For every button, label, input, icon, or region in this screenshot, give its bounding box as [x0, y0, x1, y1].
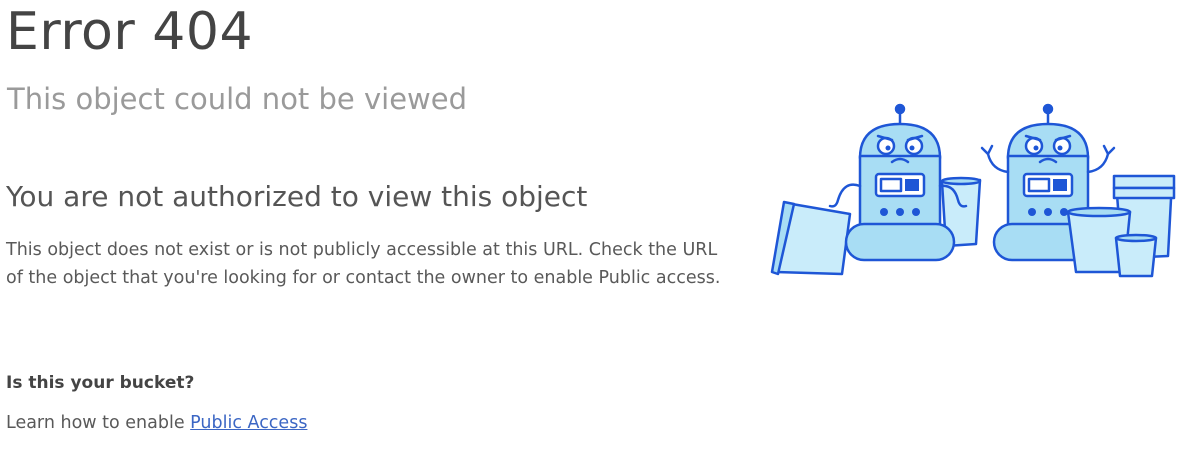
bucket-question-heading: Is this your bucket?: [6, 373, 195, 393]
unauthorized-heading: You are not authorized to view this obje…: [6, 180, 588, 213]
error-page: Error 404 This object could not be viewe…: [0, 0, 1195, 450]
error-description: This object does not exist or is not pub…: [6, 240, 721, 288]
learn-more-line: Learn how to enable Public Access: [6, 413, 307, 433]
public-access-link[interactable]: Public Access: [190, 413, 307, 433]
page-subtitle: This object could not be viewed: [7, 82, 468, 116]
sad-robots-illustration-icon: [770, 103, 1176, 278]
learn-more-prefix: Learn how to enable: [6, 413, 191, 433]
page-title: Error 404: [6, 2, 254, 62]
